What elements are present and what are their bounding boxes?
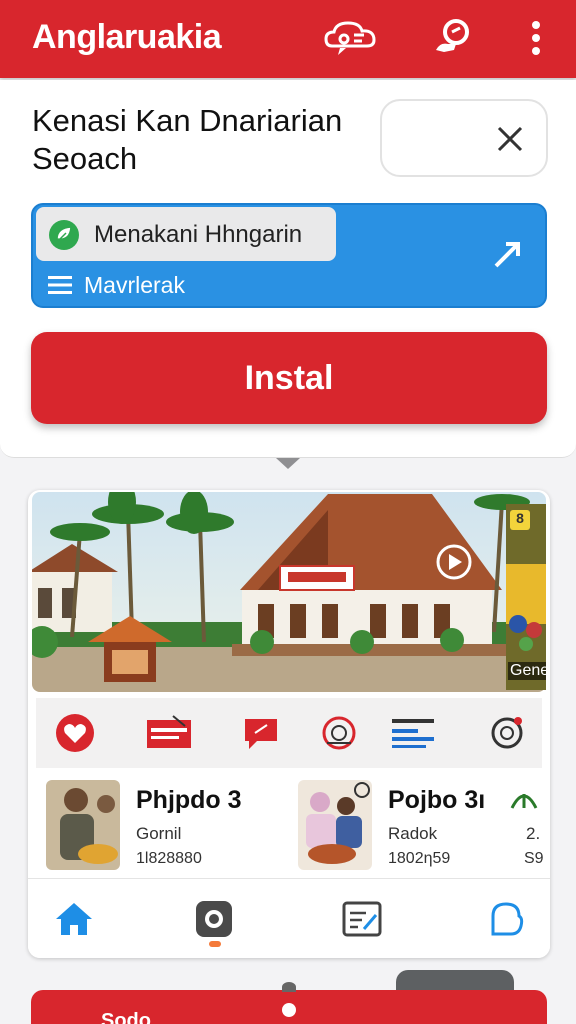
- scroll-handle[interactable]: [282, 982, 296, 992]
- page-indicator-dot: [282, 1003, 296, 1017]
- camera-icon[interactable]: [192, 897, 236, 941]
- leaf-icon: [49, 220, 79, 250]
- message-icon[interactable]: [236, 708, 286, 758]
- item-thumbnail: [298, 780, 372, 870]
- menu-icon[interactable]: [48, 275, 72, 295]
- panel-label: Mavrlerak: [84, 272, 185, 298]
- category-chip[interactable]: Menakani Hhngarin: [36, 207, 336, 261]
- banner-image[interactable]: [32, 492, 546, 692]
- item-subtitle: Radok: [388, 824, 438, 843]
- edit-document-icon[interactable]: [340, 897, 384, 941]
- document-list-icon[interactable]: [388, 708, 438, 758]
- close-icon[interactable]: [496, 125, 524, 153]
- install-button[interactable]: Instal: [31, 332, 547, 424]
- arrow-up-right-icon[interactable]: [490, 236, 526, 272]
- item-name: Pojbo 3ı: [388, 786, 486, 814]
- item-extra-bottom: S9: [524, 850, 544, 867]
- item-subtitle: Gornil: [136, 824, 182, 843]
- banner-ad-icon[interactable]: [144, 708, 194, 758]
- caret-icon: [276, 458, 300, 469]
- plant-icon: [510, 794, 538, 809]
- heart-icon[interactable]: [50, 708, 100, 758]
- item-extra-top: 2.: [526, 824, 541, 843]
- bottom-navigation: [28, 878, 550, 958]
- content-card: 8 Genes: [28, 490, 550, 958]
- more-menu-icon[interactable]: [510, 14, 562, 62]
- item-number: 1l828880: [136, 850, 202, 867]
- active-indicator: [209, 941, 221, 947]
- item-number: 1802ƞ59: [388, 850, 451, 867]
- settings-ring-icon[interactable]: [482, 708, 532, 758]
- close-search-box[interactable]: [380, 99, 548, 177]
- hand-tag-icon[interactable]: [426, 14, 478, 62]
- app-bar: Anglaruakia: [0, 0, 576, 78]
- category-icon-row: [36, 698, 542, 768]
- side-thumbnail[interactable]: 8 Genes: [506, 504, 546, 690]
- cloud-chat-icon[interactable]: [324, 14, 376, 62]
- list-item[interactable]: Pojbo 3ı Radok 1802ƞ59 2. S9: [298, 780, 548, 870]
- app-title: Anglaruakia: [32, 18, 222, 56]
- target-badge-icon[interactable]: [314, 708, 364, 758]
- bottom-bar-label: Sodo: [101, 1010, 151, 1024]
- profile-bubble-icon[interactable]: [484, 897, 528, 941]
- side-label: Genes: [508, 662, 546, 680]
- item-name: Phjpdo 3: [136, 786, 242, 814]
- chip-label: Menakani Hhngarin: [94, 221, 303, 248]
- item-thumbnail: [46, 780, 120, 870]
- side-badge: 8: [510, 510, 530, 530]
- home-icon[interactable]: [52, 897, 96, 941]
- page-heading: Kenasi Kan Dnariarian Seoach: [32, 103, 343, 176]
- list-item[interactable]: Phjpdo 3 Gornil 1l828880: [46, 780, 296, 870]
